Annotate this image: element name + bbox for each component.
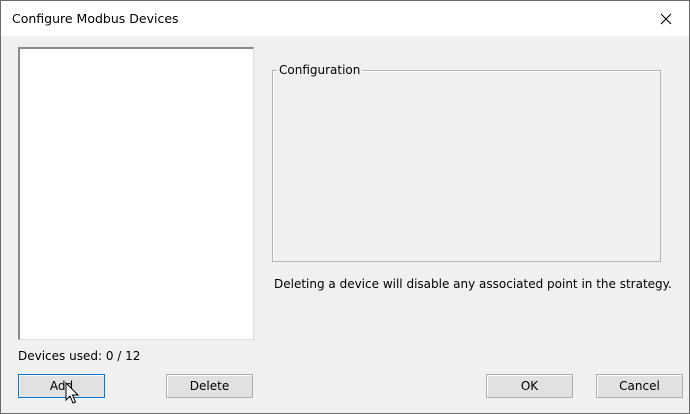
configuration-group [272, 70, 661, 262]
configuration-group-label: Configuration [277, 63, 363, 77]
devices-used-count: Devices used: 0 / 12 [18, 349, 141, 363]
close-button[interactable] [643, 1, 689, 36]
close-icon [660, 13, 672, 24]
mouse-pointer-icon [65, 382, 80, 404]
ok-button[interactable]: OK [486, 374, 573, 398]
delete-button[interactable]: Delete [166, 374, 253, 398]
configure-modbus-devices-dialog: Configure Modbus Devices Configuration D… [0, 0, 690, 414]
window-title: Configure Modbus Devices [12, 11, 179, 26]
device-list[interactable] [18, 47, 254, 340]
delete-warning-text: Deleting a device will disable any assoc… [274, 277, 672, 291]
title-bar: Configure Modbus Devices [1, 1, 689, 36]
cancel-button[interactable]: Cancel [596, 374, 683, 398]
add-button[interactable]: Add [18, 374, 105, 398]
